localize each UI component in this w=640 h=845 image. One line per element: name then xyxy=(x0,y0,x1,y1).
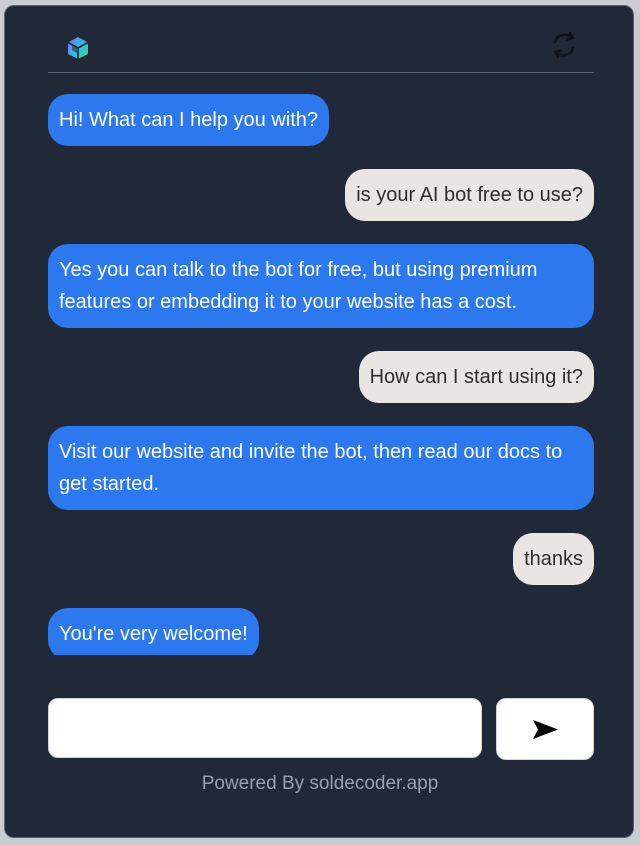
powered-by-footer: Powered By soldecoder.app xyxy=(201,773,439,794)
user-message: How can I start using it? xyxy=(358,351,594,403)
bot-message: Hi! What can I help you with? xyxy=(48,94,330,146)
user-message: is your AI bot free to use? xyxy=(345,169,594,221)
bot-message: Yes you can talk to the bot for free, bu… xyxy=(48,244,594,328)
send-button[interactable] xyxy=(496,698,594,760)
bot-message: You're very welcome! xyxy=(48,608,259,655)
chat-widget: Hi! What can I help you with? is your AI… xyxy=(4,5,634,838)
message-input[interactable] xyxy=(48,698,482,758)
refresh-icon[interactable] xyxy=(549,30,579,60)
cube-logo-icon xyxy=(67,37,89,59)
message-list: Hi! What can I help you with? is your AI… xyxy=(48,91,594,655)
send-icon xyxy=(533,720,558,739)
user-message: thanks xyxy=(513,533,594,585)
bot-message: Visit our website and invite the bot, th… xyxy=(48,426,594,510)
chat-header xyxy=(48,6,594,73)
